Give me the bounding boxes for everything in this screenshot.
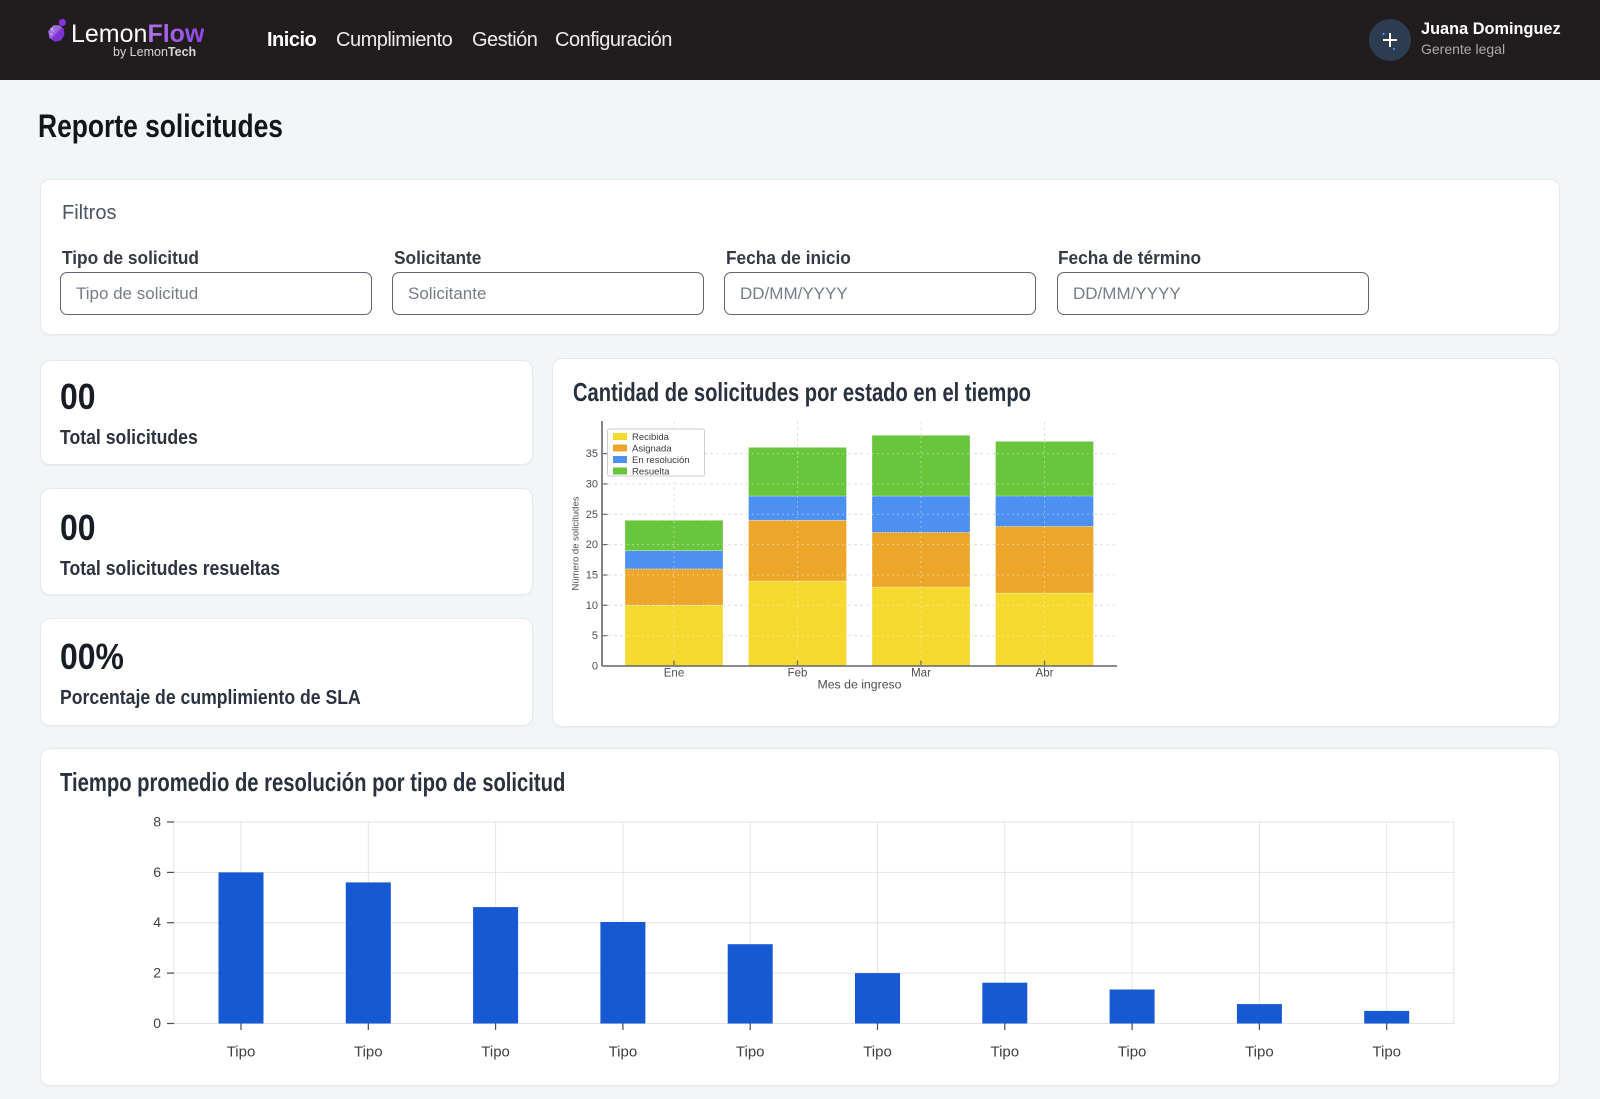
svg-text:Tipo: Tipo bbox=[481, 1044, 510, 1061]
svg-text:25: 25 bbox=[586, 509, 598, 521]
svg-text:5: 5 bbox=[592, 630, 598, 642]
svg-text:Asignada: Asignada bbox=[632, 444, 672, 455]
svg-text:Tipo: Tipo bbox=[863, 1044, 892, 1061]
svg-text:Resuelta: Resuelta bbox=[632, 467, 670, 478]
svg-text:Tipo: Tipo bbox=[1245, 1044, 1274, 1061]
svg-text:Mes de ingreso: Mes de ingreso bbox=[817, 678, 901, 692]
svg-text:0: 0 bbox=[592, 661, 598, 673]
svg-text:15: 15 bbox=[586, 570, 598, 582]
svg-text:Recibida: Recibida bbox=[632, 432, 670, 443]
svg-text:Abr: Abr bbox=[1036, 668, 1054, 680]
svg-text:Tipo: Tipo bbox=[1118, 1044, 1147, 1061]
svg-text:Tipo: Tipo bbox=[227, 1044, 256, 1061]
svg-text:10: 10 bbox=[586, 600, 598, 612]
svg-text:Tipo: Tipo bbox=[1372, 1044, 1401, 1061]
svg-text:En resolución: En resolución bbox=[632, 455, 690, 466]
svg-text:Ene: Ene bbox=[664, 668, 684, 680]
svg-text:Número de solicitudes: Número de solicitudes bbox=[571, 496, 582, 590]
svg-text:35: 35 bbox=[586, 448, 598, 460]
svg-text:8: 8 bbox=[153, 814, 161, 830]
svg-text:0: 0 bbox=[153, 1015, 161, 1031]
svg-text:2: 2 bbox=[153, 965, 161, 981]
svg-text:20: 20 bbox=[586, 539, 598, 551]
svg-text:Feb: Feb bbox=[788, 668, 808, 680]
svg-text:Tipo: Tipo bbox=[609, 1044, 638, 1061]
svg-text:4: 4 bbox=[153, 914, 161, 930]
svg-text:6: 6 bbox=[153, 864, 161, 880]
svg-text:30: 30 bbox=[586, 478, 598, 490]
svg-text:Tipo: Tipo bbox=[990, 1044, 1019, 1061]
svg-text:Mar: Mar bbox=[911, 668, 931, 680]
svg-text:Tipo: Tipo bbox=[736, 1044, 765, 1061]
svg-text:Tipo: Tipo bbox=[354, 1044, 383, 1061]
